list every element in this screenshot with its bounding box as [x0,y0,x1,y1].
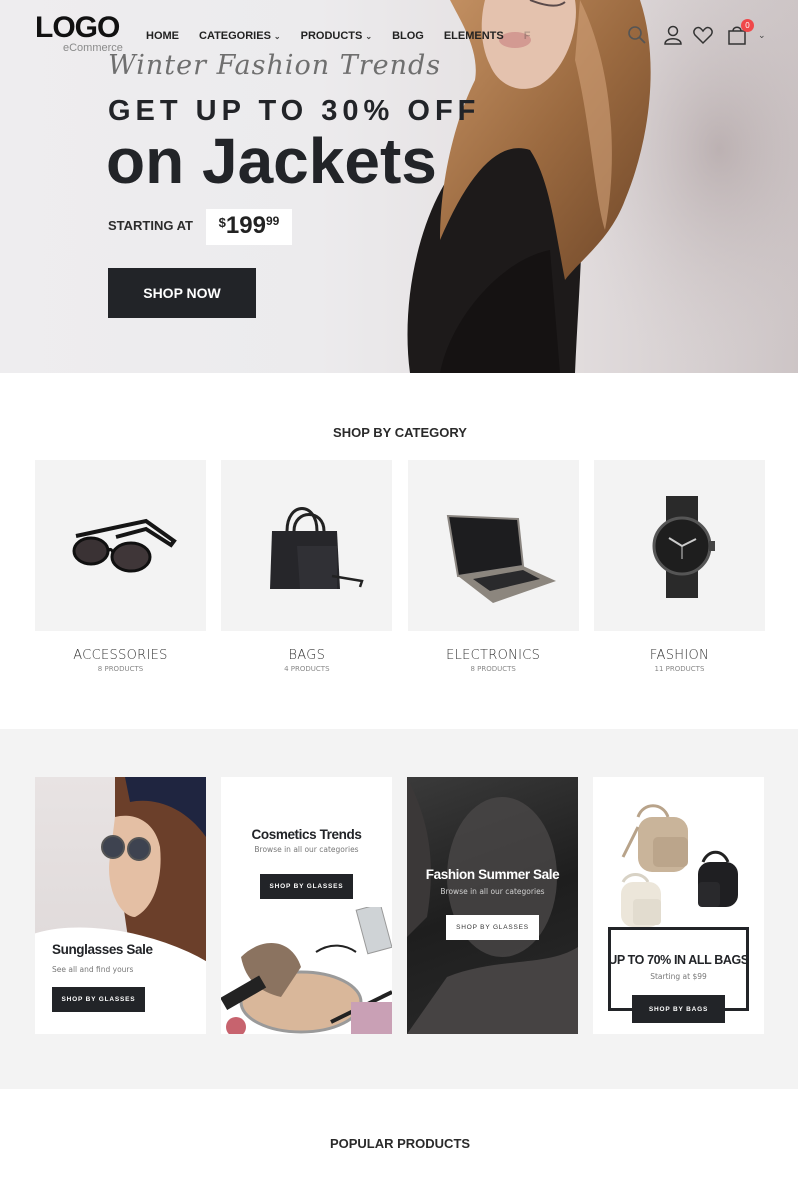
banner-title: Sunglasses Sale [52,942,153,957]
category-name: FASHION [649,648,710,663]
main-nav: HOME CATEGORIES ⌄ PRODUCTS ⌄ BLOG ELEMENTS… [146,30,550,42]
banner-title: Cosmetics Trends [251,827,362,842]
category-card-accessories[interactable]: ACCESSORIES 8 PRODUCTS [35,460,206,673]
category-count: 4 PRODUCTS [284,665,330,673]
nav-more-label: F [523,30,531,42]
fashion-model-image [407,777,578,1034]
promo-banner-cosmetics[interactable]: Cosmetics Trends Browse in all our categ… [221,777,392,1034]
category-image [593,460,765,631]
laptop-icon [446,514,557,603]
banner-subtitle: See all and find yours [52,965,134,974]
banner-title: UP TO 70% IN ALL BAGS [608,953,749,967]
sunglasses-icon [72,518,177,572]
category-image [407,460,579,631]
category-grid: ACCESSORIES 8 PRODUCTS BAGS 4 PRODUCTS E… [35,460,765,673]
price-main: 199 [225,212,266,239]
nav-blog[interactable]: BLOG [392,30,424,42]
category-count: 8 PRODUCTS [470,665,516,673]
cart-count-badge: 0 [741,19,754,32]
category-name: BAGS [288,648,326,663]
nav-more-truncated[interactable]: F [524,30,531,42]
promo-banner-sunglasses[interactable]: Sunglasses Sale See all and find yours S… [35,777,206,1034]
logo-main: LOGO [35,11,120,44]
banner-subtitle: Starting at $99 [650,972,707,981]
shop-by-bags-button[interactable]: SHOP BY BAGS [632,995,725,1023]
category-card-fashion[interactable]: FASHION 11 PRODUCTS [593,460,765,673]
shop-by-glasses-button[interactable]: SHOP BY GLASSES [446,915,539,940]
nav-home-label: HOME [146,30,179,42]
banner-subtitle: Browse in all our categories [440,887,545,896]
popular-products-title: POPULAR PRODUCTS [329,1136,471,1151]
nav-products[interactable]: PRODUCTS ⌄ [301,30,372,42]
nav-elements-label: ELEMENTS [443,30,504,42]
hero-title: on Jackets [106,125,437,197]
handbag-icon [269,506,364,589]
shop-by-glasses-button[interactable]: SHOP BY GLASSES [260,874,353,899]
search-icon[interactable] [626,24,648,46]
shop-by-category-title: SHOP BY CATEGORY [333,425,467,440]
hero-banner: LOGO eCommerce HOME CATEGORIES ⌄ PRODUCTS… [0,0,798,373]
category-image [35,460,206,631]
cart-icon[interactable]: 0 [726,19,754,46]
category-card-electronics[interactable]: ELECTRONICS 8 PRODUCTS [407,460,579,673]
nav-home[interactable]: HOME [146,30,179,42]
category-card-bags[interactable]: BAGS 4 PRODUCTS [221,460,393,673]
chevron-down-icon: ⌄ [273,31,281,41]
starting-at-label: STARTING AT [108,218,193,233]
banner-subtitle: Browse in all our categories [254,845,359,854]
category-name: ACCESSORIES [73,648,168,663]
nav-products-label: PRODUCTS [300,30,363,42]
heart-icon[interactable] [692,24,714,46]
shop-now-button[interactable]: SHOP NOW [108,268,256,318]
shop-by-glasses-button[interactable]: SHOP BY GLASSES [52,987,145,1012]
promo-banner-bags[interactable]: UP TO 70% IN ALL BAGS Starting at $99 SH… [593,777,764,1034]
category-count: 8 PRODUCTS [97,665,144,673]
nav-categories-label: CATEGORIES [199,30,271,42]
category-image [221,460,393,631]
hero-script-text: Winter Fashion Trends [108,50,442,81]
cosmetics-image [221,907,392,1034]
watch-icon [652,495,716,598]
logo[interactable]: LOGO eCommerce [35,11,123,55]
category-count: 11 PRODUCTS [654,665,705,673]
nav-blog-label: BLOG [392,30,424,42]
price-cents: 99 [265,214,280,228]
header-icons: 0 ⌄ [626,19,766,46]
promo-banner-grid: Sunglasses Sale See all and find yours S… [35,777,764,1034]
hero-price: $ 199 99 [206,209,292,245]
chevron-down-icon[interactable]: ⌄ [758,30,766,41]
promo-banner-fashion-summer[interactable]: Fashion Summer Sale Browse in all our ca… [407,777,578,1034]
promo-banners-section: Sunglasses Sale See all and find yours S… [0,729,798,1089]
category-name: ELECTRONICS [446,648,541,663]
backpacks-image [621,804,738,927]
user-icon[interactable] [662,24,684,46]
banner-title: Fashion Summer Sale [425,867,560,882]
price-currency: $ [218,215,226,230]
chevron-down-icon: ⌄ [365,31,373,41]
nav-elements[interactable]: ELEMENTS [444,30,504,42]
nav-categories[interactable]: CATEGORIES ⌄ [199,30,281,42]
